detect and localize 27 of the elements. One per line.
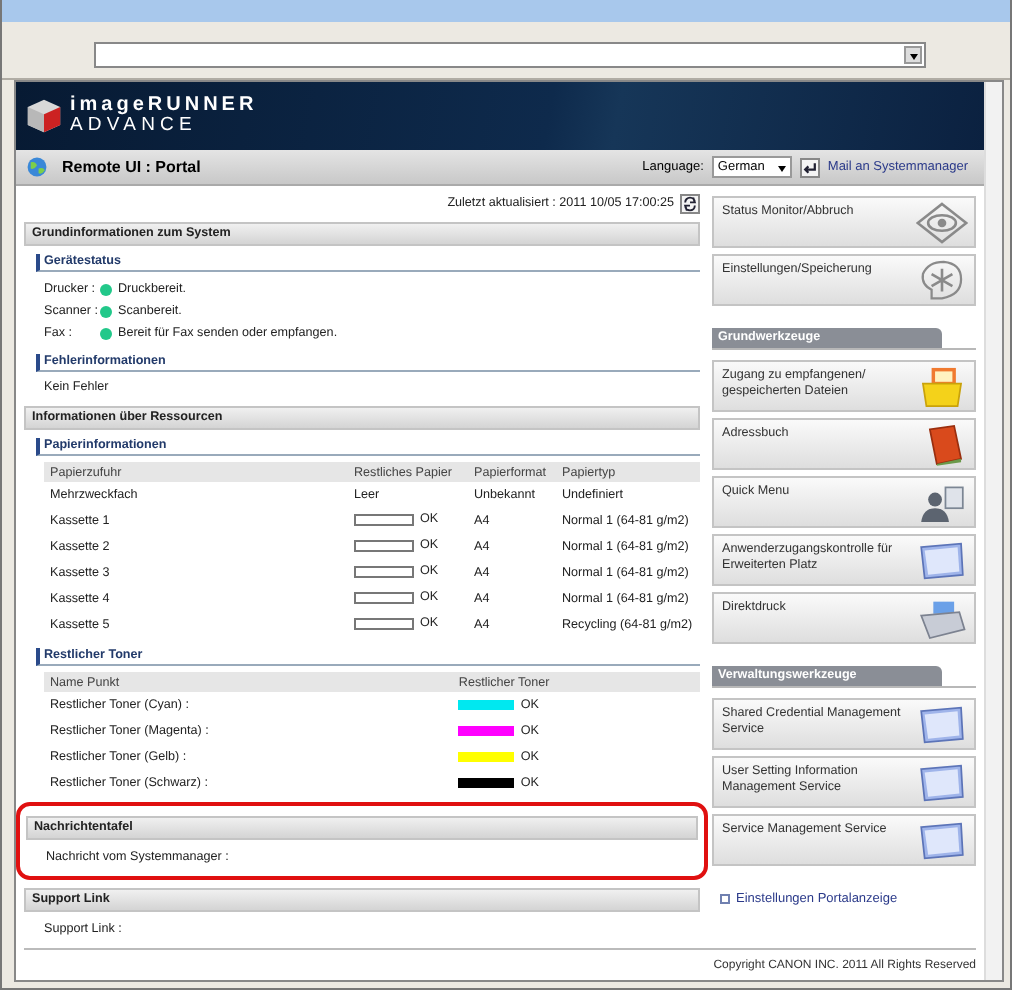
printer-icon xyxy=(916,598,968,640)
cube-icon xyxy=(26,98,62,134)
screen-icon xyxy=(916,540,968,582)
asterisk-icon xyxy=(916,260,968,302)
product-logo-subtext: ADVANCE xyxy=(70,116,197,137)
scrollbar[interactable] xyxy=(984,82,1002,980)
paper-level-bar xyxy=(354,513,414,526)
dropdown-arrow-icon xyxy=(777,165,786,175)
page-title: Remote UI : Portal xyxy=(62,158,201,176)
refresh-button[interactable] xyxy=(680,193,700,213)
apply-button[interactable] xyxy=(799,157,820,177)
return-arrow-icon xyxy=(801,159,818,175)
screen-icon xyxy=(916,820,968,862)
paper-level-bar xyxy=(354,565,414,578)
person-icon xyxy=(916,482,968,524)
paper-level-bar xyxy=(354,539,414,552)
product-logo-text: imageRUNNER xyxy=(70,95,258,116)
screen-icon xyxy=(916,762,968,804)
folder-box-icon xyxy=(916,366,968,408)
globe-icon xyxy=(26,156,48,178)
bullet-icon xyxy=(720,894,730,904)
refresh-icon xyxy=(682,195,698,211)
paper-level-bar xyxy=(354,591,414,604)
eye-icon xyxy=(916,202,968,244)
paper-level-bar xyxy=(354,617,414,630)
address-dropdown[interactable] xyxy=(94,41,926,67)
screen-icon xyxy=(916,704,968,746)
